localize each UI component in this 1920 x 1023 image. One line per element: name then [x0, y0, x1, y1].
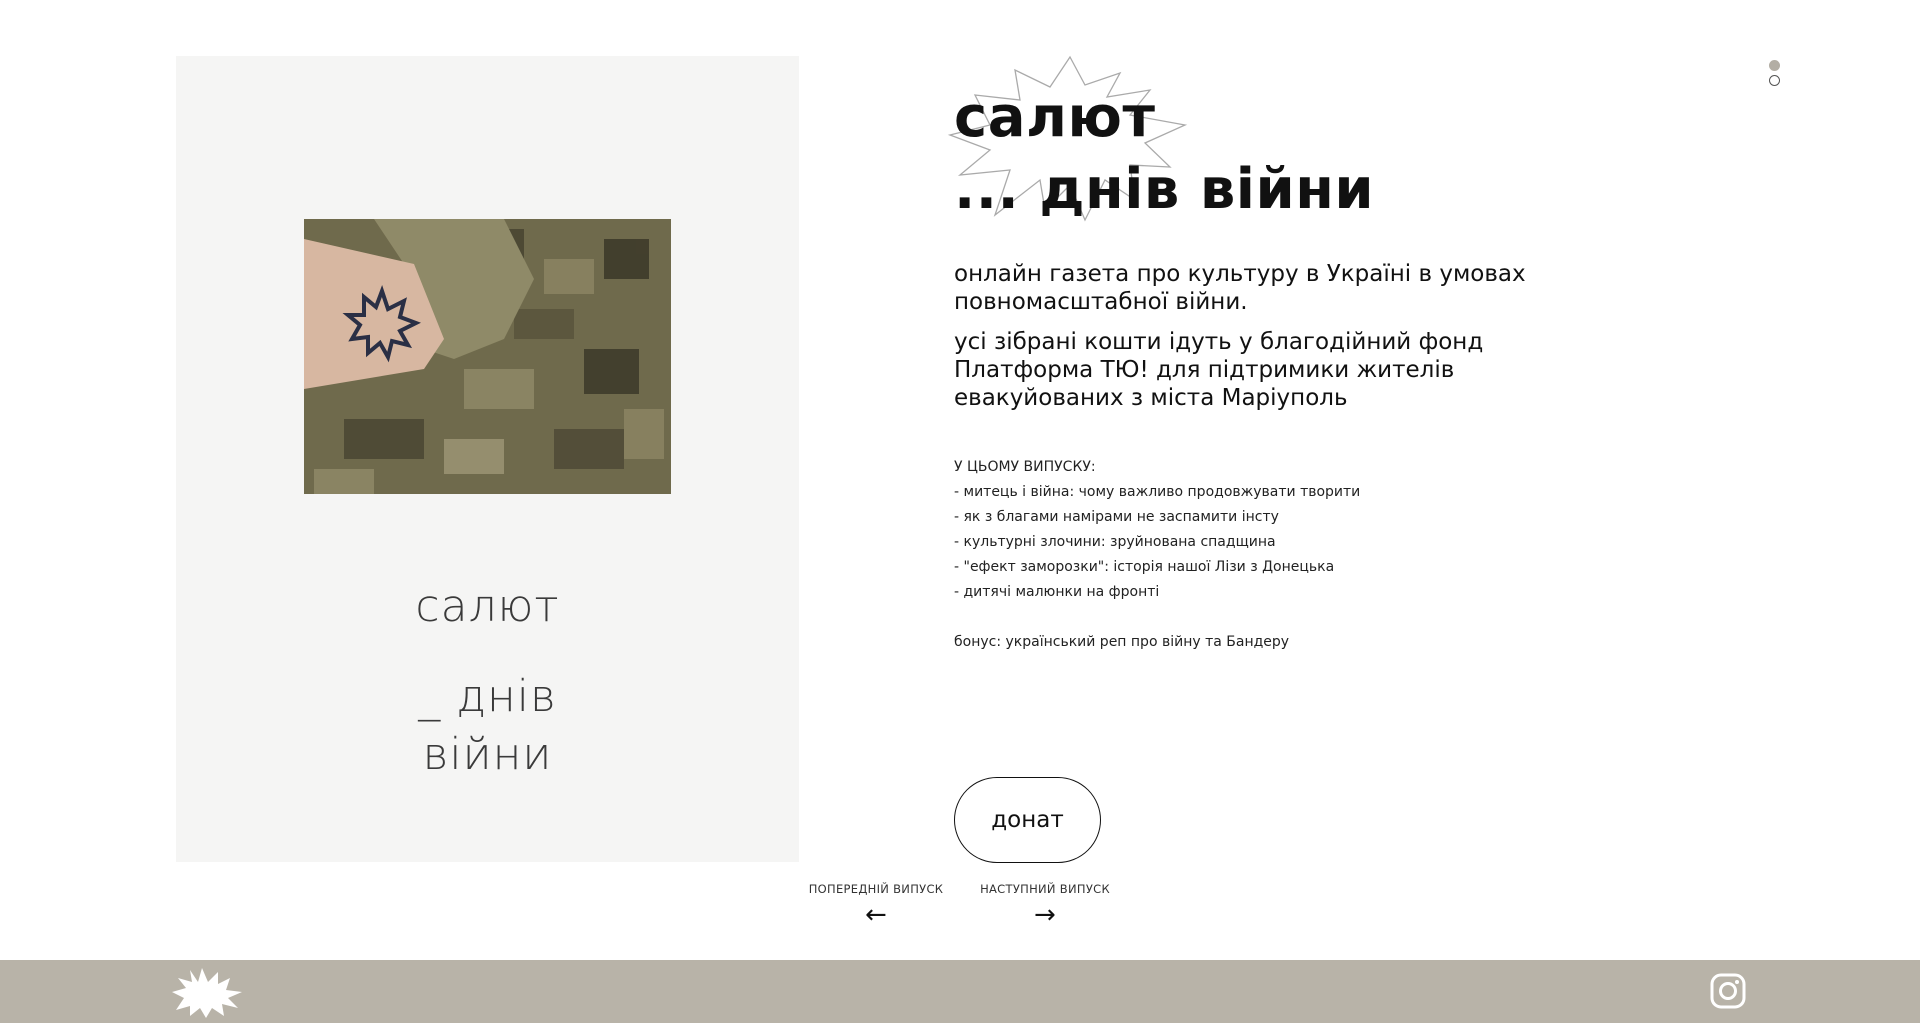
- cover-title-lines: _ днів війни: [176, 668, 799, 784]
- instagram-icon[interactable]: [1710, 973, 1746, 1009]
- cover-title-line1: салют: [415, 581, 560, 632]
- cover-panel: салют _ днів війни: [176, 56, 799, 862]
- issue-contents: У ЦЬОМУ ВИПУСКУ: - митець і війна: чому …: [954, 455, 1360, 655]
- lead-paragraph-2: усі зібрані кошти ідуть у благодійний фо…: [954, 329, 1484, 411]
- slide-dot-active[interactable]: [1769, 60, 1780, 71]
- lead-text: онлайн газета про культуру в Україні в у…: [954, 260, 1594, 424]
- page: салют _ днів війни салют ... днів війни …: [0, 0, 1920, 1023]
- lead-paragraph-1: онлайн газета про культуру в Україні в у…: [954, 261, 1526, 315]
- issue-label: У ЦЬОМУ ВИПУСКУ:: [954, 459, 1096, 475]
- issue-item: - культурні злочини: зруйнована спадщина: [954, 534, 1276, 550]
- issue-item: - митець і війна: чому важливо продовжув…: [954, 484, 1361, 500]
- arrow-right-icon: →: [1033, 900, 1057, 930]
- slide-dot[interactable]: [1769, 75, 1780, 86]
- issue-bonus: бонус: український реп про війну та Банд…: [954, 634, 1290, 650]
- burst-logo-icon[interactable]: [172, 966, 244, 1018]
- cover-title-line3: війни: [422, 729, 553, 780]
- issue-heading: салют ... днів війни: [954, 82, 1374, 226]
- heading-line2: ... днів війни: [954, 157, 1375, 222]
- donate-button[interactable]: донат: [954, 777, 1101, 863]
- next-issue-label: НАСТУПНИЙ ВИПУСК: [980, 882, 1110, 896]
- next-issue-link[interactable]: НАСТУПНИЙ ВИПУСК →: [980, 882, 1110, 928]
- slide-dots: [1769, 60, 1780, 90]
- cover-title-line2: _ днів: [418, 671, 557, 722]
- previous-issue-label: ПОПЕРЕДНІЙ ВИПУСК: [808, 882, 944, 896]
- footer: [0, 960, 1920, 1023]
- previous-issue-link[interactable]: ПОПЕРЕДНІЙ ВИПУСК ←: [806, 882, 946, 928]
- issue-item: - як з благами намірами не заспамити інс…: [954, 509, 1279, 525]
- cover-photo: [304, 219, 671, 494]
- issue-item: - "ефект заморозки": історія нашої Лізи …: [954, 559, 1335, 575]
- heading-line1: салют: [954, 85, 1156, 150]
- issue-item: - дитячі малюнки на фронті: [954, 584, 1160, 600]
- arrow-left-icon: ←: [864, 900, 888, 930]
